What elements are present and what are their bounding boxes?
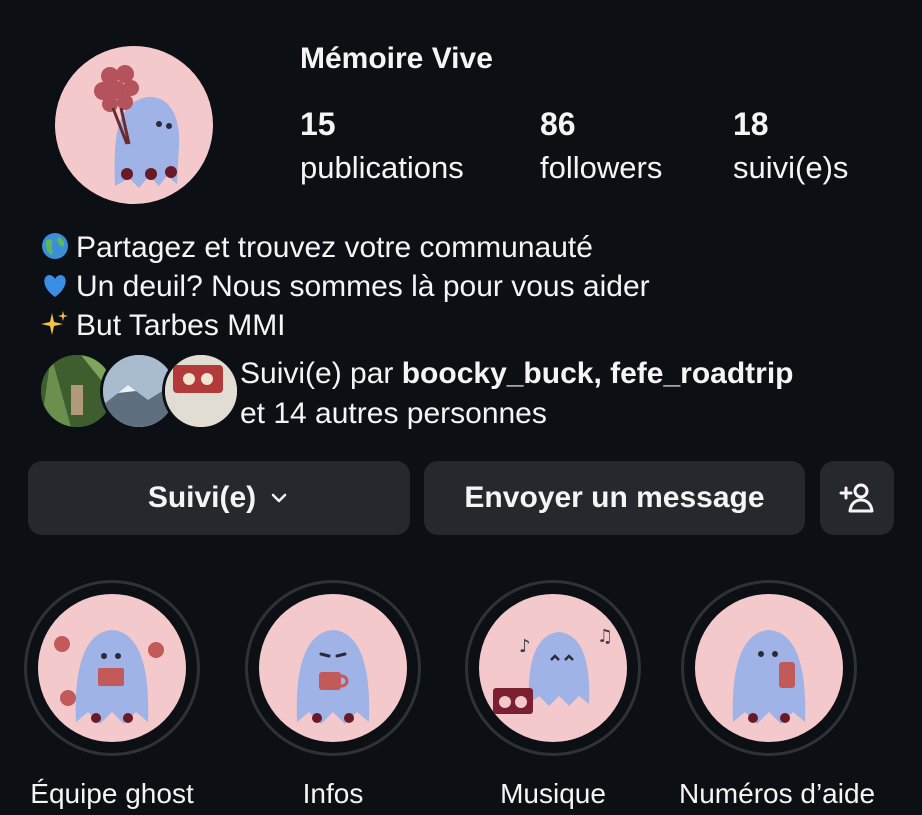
highlight-label: Infos bbox=[302, 778, 364, 809]
ghost-coffee-icon bbox=[296, 630, 370, 724]
following-button-label: Suivi(e) bbox=[147, 481, 257, 514]
bio-text: But Tarbes MMI bbox=[76, 309, 286, 342]
stat-followers[interactable]: 86 followers bbox=[540, 104, 662, 188]
highlight-numeros-aide[interactable]: Numéros d’aide bbox=[679, 580, 876, 810]
stat-publications[interactable]: 15 publications bbox=[300, 104, 464, 188]
add-user-button[interactable] bbox=[820, 461, 894, 535]
publications-label: publications bbox=[300, 150, 464, 185]
highlight-musique[interactable]: ♪ ♫ Musique bbox=[463, 580, 643, 810]
bio-text: Partagez et trouvez votre communauté bbox=[76, 231, 593, 264]
bio: Partagez et trouvez votre communauté Un … bbox=[38, 228, 650, 345]
bio-line: Un deuil? Nous sommes là pour vous aider bbox=[38, 267, 650, 306]
avatar-photo-icon bbox=[165, 355, 237, 427]
chevron-down-icon bbox=[271, 493, 287, 503]
highlight-ring bbox=[245, 580, 421, 756]
svg-text:♪: ♪ bbox=[519, 636, 531, 657]
highlight-label: Musique bbox=[500, 778, 606, 809]
svg-text:♫: ♫ bbox=[597, 626, 613, 647]
following-count: 18 bbox=[733, 106, 769, 142]
highlight-ring bbox=[681, 580, 857, 756]
sparkles-icon bbox=[41, 311, 68, 335]
highlight-equipe-ghost[interactable]: Équipe ghost bbox=[22, 580, 202, 810]
username: Mémoire Vive bbox=[300, 42, 493, 75]
highlight-label: Numéros d’aide bbox=[679, 778, 876, 809]
following-button[interactable]: Suivi(e) bbox=[28, 461, 410, 535]
ghost-reading-icon bbox=[54, 630, 164, 724]
followed-by-text[interactable]: Suivi(e) par boocky_buck, fefe_roadtrip … bbox=[240, 354, 794, 434]
stat-following[interactable]: 18 suivi(e)s bbox=[733, 104, 848, 188]
bio-text: Un deuil? Nous sommes là pour vous aider bbox=[76, 270, 650, 303]
followed-by-names: boocky_buck, fefe_roadtrip bbox=[401, 357, 794, 390]
highlight-ring: ♪ ♫ bbox=[465, 580, 641, 756]
bio-line: Partagez et trouvez votre communauté bbox=[38, 228, 650, 267]
send-message-label: Envoyer un message bbox=[464, 481, 765, 514]
highlight-label: Équipe ghost bbox=[30, 778, 194, 809]
followers-count: 86 bbox=[540, 106, 576, 142]
followed-by-prefix: Suivi(e) par bbox=[240, 357, 402, 390]
globe-icon bbox=[42, 233, 68, 259]
bio-line: But Tarbes MMI bbox=[38, 306, 650, 345]
profile-avatar[interactable] bbox=[55, 46, 213, 204]
ghost-phone-icon bbox=[732, 630, 806, 724]
following-label: suivi(e)s bbox=[733, 150, 849, 185]
followers-label: followers bbox=[540, 150, 663, 185]
blue-heart-icon bbox=[44, 275, 66, 297]
highlight-infos[interactable]: Infos bbox=[243, 580, 423, 810]
followed-by-avatars[interactable] bbox=[38, 352, 240, 430]
ghost-music-icon: ♪ ♫ bbox=[493, 626, 613, 714]
send-message-button[interactable]: Envoyer un message bbox=[424, 461, 805, 535]
add-user-icon bbox=[839, 483, 874, 513]
highlight-ring bbox=[24, 580, 200, 756]
followed-by-others: et 14 autres personnes bbox=[240, 397, 547, 430]
ghost-with-flowers-icon bbox=[94, 65, 180, 188]
publications-count: 15 bbox=[300, 106, 336, 142]
avatar bbox=[162, 352, 240, 430]
